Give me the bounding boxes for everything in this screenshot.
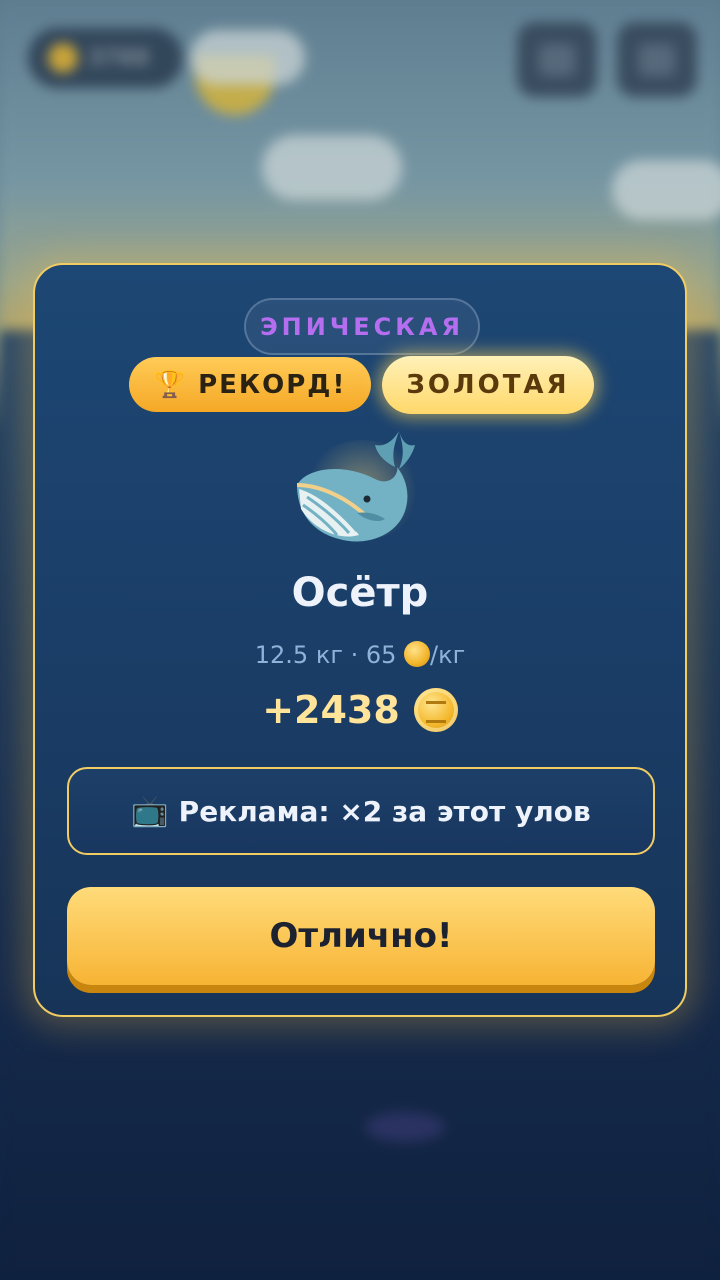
record-label: РЕКОРД! [198, 369, 347, 400]
ok-button[interactable]: Отлично! [67, 887, 655, 985]
price-unit: /кг [430, 641, 466, 669]
trophy-icon: 🏆 [153, 369, 189, 400]
catch-result-modal: ЭПИЧЕСКАЯ 🏆 РЕКОРД! ЗОЛОТАЯ Осётр 12.5 к… [33, 263, 687, 1017]
shop-button [517, 22, 597, 97]
reward-row: +2438 [35, 685, 685, 735]
record-badge: 🏆 РЕКОРД! [129, 357, 371, 412]
tv-icon: 📺 [131, 793, 169, 829]
whale-icon [296, 430, 415, 541]
coin-icon [48, 43, 78, 73]
cloud [262, 135, 402, 200]
coin-icon [404, 641, 431, 667]
menu-icon [639, 44, 675, 76]
fish-price: 65 [365, 641, 397, 669]
coin-balance: 3788 [88, 45, 150, 71]
ad-button-label: Реклама: ×2 за этот улов [178, 794, 591, 828]
fish-stats: 12.5 кг · 65 /кг [35, 641, 685, 669]
fish-image [282, 420, 442, 555]
cloud [190, 30, 305, 85]
gold-quality-badge: ЗОЛОТАЯ [382, 356, 594, 414]
watch-ad-double-button[interactable]: 📺 Реклама: ×2 за этот улов [67, 767, 655, 855]
coin-icon [413, 688, 458, 732]
reward-amount: +2438 [262, 688, 400, 732]
shop-icon [539, 44, 575, 76]
rarity-badge: ЭПИЧЕСКАЯ [244, 298, 480, 355]
fish-shadow [365, 1112, 445, 1142]
menu-button [617, 22, 697, 97]
cloud [612, 160, 720, 220]
fish-name: Осётр [291, 570, 429, 616]
fish-weight: 12.5 кг [254, 641, 343, 669]
coin-balance-pill: 3788 [28, 28, 183, 88]
stats-separator: · [350, 641, 359, 669]
